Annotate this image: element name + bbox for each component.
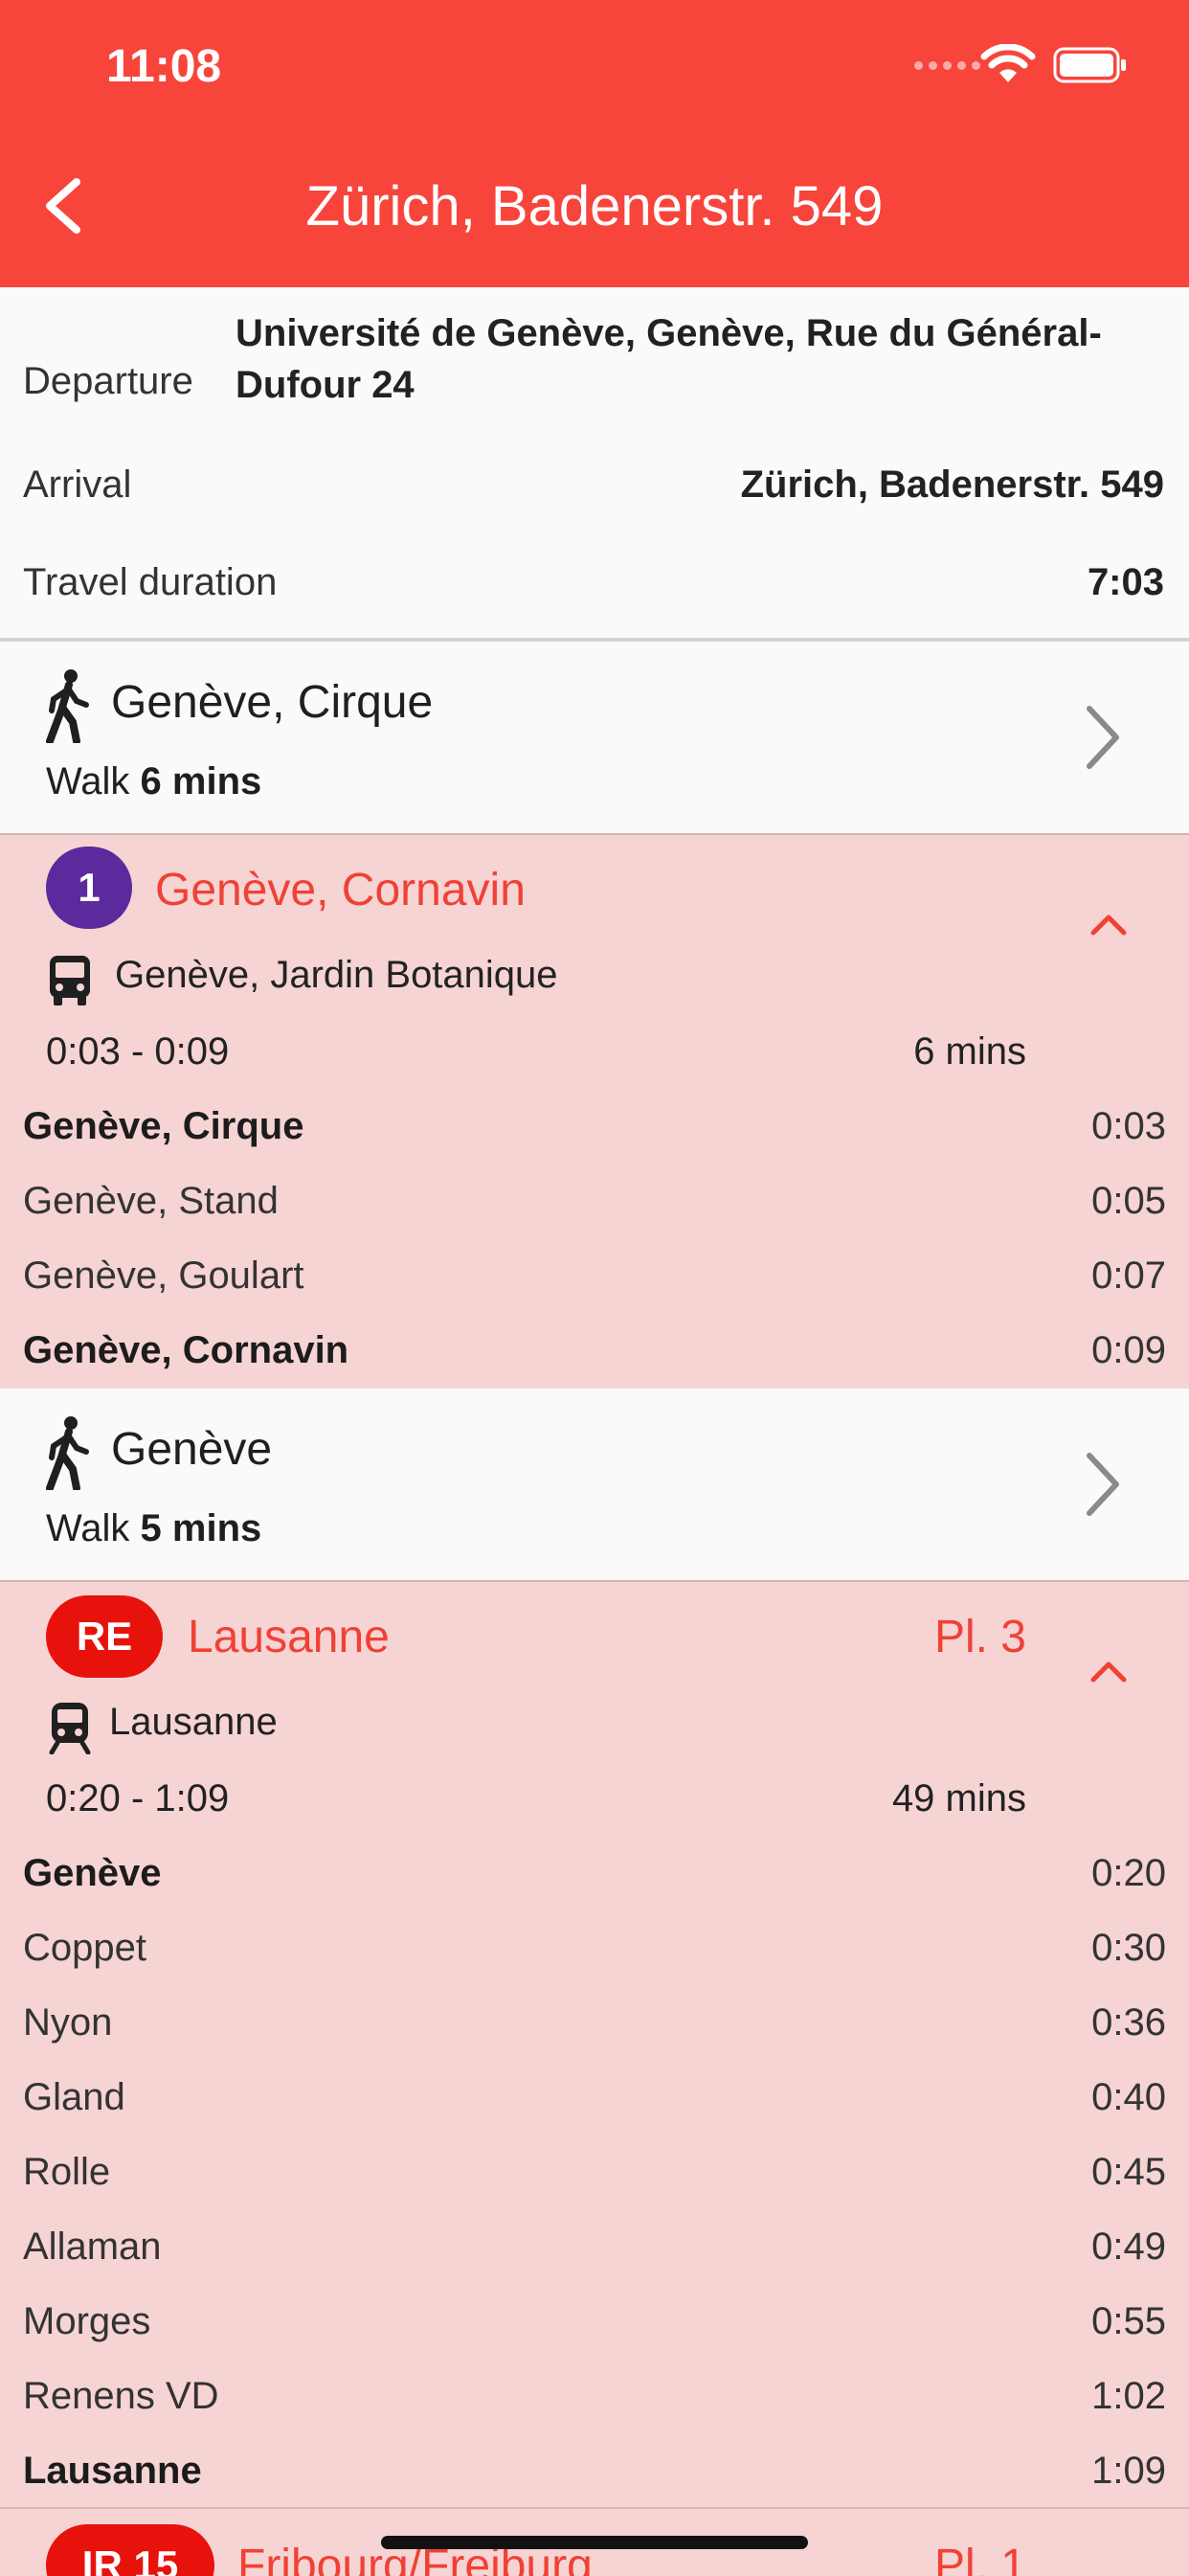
stop-name: Renens VD	[23, 2375, 219, 2417]
stop-name: Allaman	[23, 2226, 162, 2268]
arrival-label: Arrival	[23, 463, 132, 506]
walk-destination: Genève, Cirque	[111, 677, 434, 728]
stop-time: 0:45	[1091, 2151, 1166, 2193]
app-header: 11:08 Zürich, Badenerstr. 549	[0, 0, 1189, 287]
trip-direction: Lausanne	[109, 1701, 278, 1743]
time-range: 0:03 - 0:09	[46, 1030, 230, 1073]
walk-segment[interactable]: Genève Walk 5 mins	[0, 1389, 1189, 1580]
trip-destination: Lausanne	[188, 1612, 390, 1662]
duration-value: 7:03	[1087, 561, 1164, 603]
stop-time: 0:49	[1091, 2226, 1166, 2268]
stop-name: Genève, Stand	[23, 1180, 279, 1222]
stop-name: Genève	[23, 1852, 162, 1894]
stop-name: Morges	[23, 2300, 151, 2342]
stop-time: 0:03	[1091, 1105, 1166, 1147]
wifi-icon	[980, 44, 1036, 82]
chevron-up-icon[interactable]	[1088, 910, 1130, 938]
trip-duration: 49 mins	[891, 1777, 1026, 1819]
stop-name: Genève, Goulart	[23, 1254, 304, 1297]
chevron-right-icon[interactable]	[1082, 1446, 1124, 1523]
battery-icon	[1053, 47, 1126, 83]
walk-segment[interactable]: Genève, Cirque Walk 6 mins	[0, 642, 1189, 833]
walk-duration: Walk 5 mins	[46, 1507, 262, 1549]
trip-destination: Genève, Cornavin	[155, 865, 526, 915]
line-badge: 1	[46, 847, 132, 929]
stop-time: 0:07	[1091, 1254, 1166, 1297]
stop-time: 1:09	[1091, 2450, 1166, 2492]
trip-duration: 6 mins	[913, 1030, 1026, 1073]
status-time: 11:08	[106, 41, 222, 92]
stop-time: 0:30	[1091, 1927, 1166, 1969]
chevron-up-icon[interactable]	[1088, 1657, 1130, 1685]
departure-label: Departure	[23, 360, 193, 402]
line-badge: IR 15	[46, 2524, 214, 2576]
stop-name: Rolle	[23, 2151, 111, 2193]
walk-duration: Walk 6 mins	[46, 760, 262, 802]
departure-value-line1: Université de Genève, Genève, Rue du Gén…	[236, 312, 1102, 354]
chevron-right-icon[interactable]	[1082, 699, 1124, 776]
train-icon	[49, 1703, 91, 1754]
stop-name: Genève, Cirque	[23, 1105, 304, 1147]
bus-icon	[50, 956, 90, 1006]
trip-segment-train[interactable]: RE Lausanne Pl. 3 Lausanne 0:20 - 1:09 4…	[0, 1580, 1189, 2509]
cellular-signal-icon	[914, 61, 980, 70]
stop-name: Gland	[23, 2076, 125, 2118]
platform-label: Pl. 3	[933, 1612, 1026, 1662]
stop-name: Genève, Cornavin	[23, 1329, 349, 1371]
stop-name: Lausanne	[23, 2450, 202, 2492]
trip-direction: Genève, Jardin Botanique	[115, 954, 558, 996]
stop-time: 0:09	[1091, 1329, 1166, 1371]
stop-name: Coppet	[23, 1927, 146, 1969]
walk-destination: Genève	[111, 1424, 273, 1475]
stop-time: 0:55	[1091, 2300, 1166, 2342]
stop-name: Nyon	[23, 2001, 113, 2044]
duration-label: Travel duration	[23, 561, 278, 603]
platform-label: Pl. 1	[933, 2541, 1026, 2576]
stop-time: 0:20	[1091, 1852, 1166, 1894]
walking-person-icon	[46, 669, 89, 743]
page-title: Zürich, Badenerstr. 549	[305, 175, 884, 237]
trip-summary: Departure Université de Genève, Genève, …	[0, 287, 1189, 642]
stop-time: 1:02	[1091, 2375, 1166, 2417]
stop-time: 0:05	[1091, 1180, 1166, 1222]
stop-time: 0:40	[1091, 2076, 1166, 2118]
stop-time: 0:36	[1091, 2001, 1166, 2044]
home-indicator[interactable]	[381, 2536, 808, 2549]
departure-value-line2: Dufour 24	[236, 364, 415, 406]
arrival-value: Zürich, Badenerstr. 549	[740, 463, 1164, 506]
time-range: 0:20 - 1:09	[46, 1777, 230, 1819]
line-badge: RE	[46, 1595, 163, 1678]
walking-person-icon	[46, 1416, 89, 1490]
trip-segment-bus[interactable]: 1 Genève, Cornavin Genève, Jardin Botani…	[0, 833, 1189, 1390]
